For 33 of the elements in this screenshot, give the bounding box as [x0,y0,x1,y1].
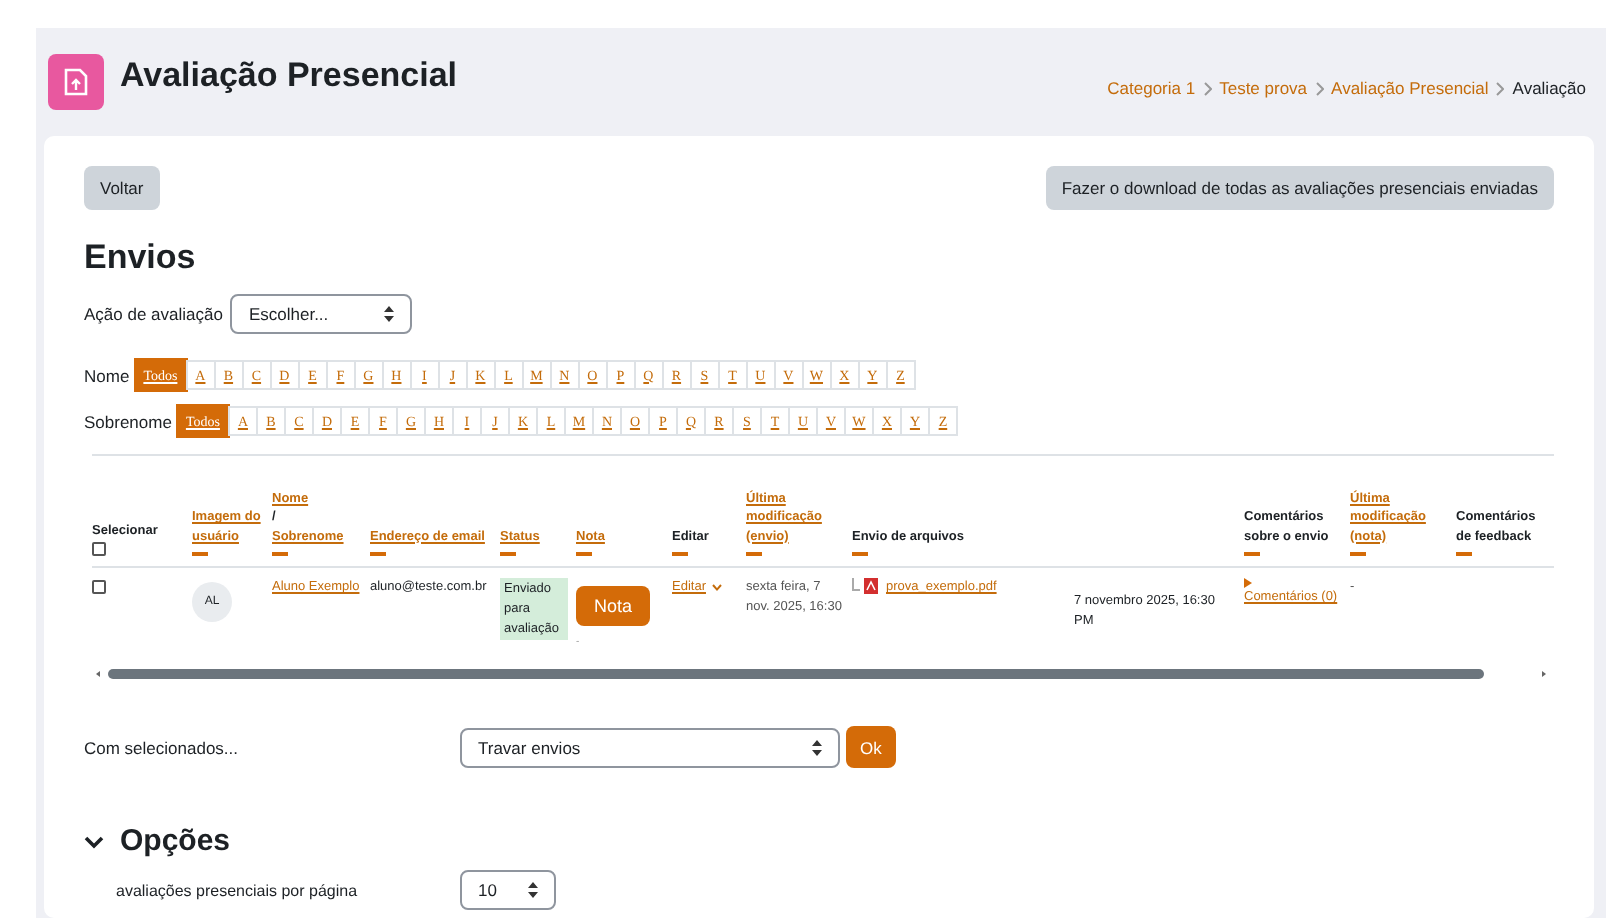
row-checkbox[interactable] [92,580,106,594]
chevron-icon [1315,81,1324,95]
select-arrows-icon [528,882,538,898]
section-heading: Envios [84,238,198,278]
ok-button[interactable]: Ok [846,726,896,768]
back-button[interactable]: Voltar [84,166,160,210]
per-page-select[interactable]: 10 [460,870,556,910]
assignment-icon [48,54,104,110]
grading-action-select[interactable]: Escolher... [230,294,413,334]
filter-label: Nome [84,365,130,385]
section-heading: Opções [120,824,231,858]
select-arrows-icon [384,306,395,322]
horizontal-scrollbar[interactable] [92,666,1550,682]
select-all-checkbox[interactable] [92,542,106,556]
caret-right-icon[interactable] [1244,578,1252,588]
download-button[interactable]: Fazer o download de todas as avaliações presenciais enviadas [1045,166,1554,210]
field-label: avaliações presenciais por página [114,881,360,899]
chevron-icon [1203,81,1212,95]
caret-icon[interactable] [711,583,722,592]
grade-button[interactable]: Nota [576,586,651,626]
breadcrumb-link[interactable]: Teste prova [1219,78,1308,98]
breadcrumb-current: Avaliação [1512,78,1586,98]
page-title: Avaliação Presencial [120,56,458,96]
breadcrumb-link[interactable]: Avaliação Presencial [1331,78,1489,98]
field-label: Ação de avaliação [84,304,223,324]
chevron-icon [1496,81,1505,95]
bulk-action-select[interactable]: Travar envios [460,727,840,767]
select-arrows-icon [812,739,822,755]
breadcrumb-link[interactable]: Categoria 1 [1107,78,1196,98]
filter-label: Sobrenome [84,411,172,431]
field-label: Com selecionados... [84,737,241,757]
chevron-icon[interactable] [84,831,104,851]
pdf-file-icon [852,578,880,596]
